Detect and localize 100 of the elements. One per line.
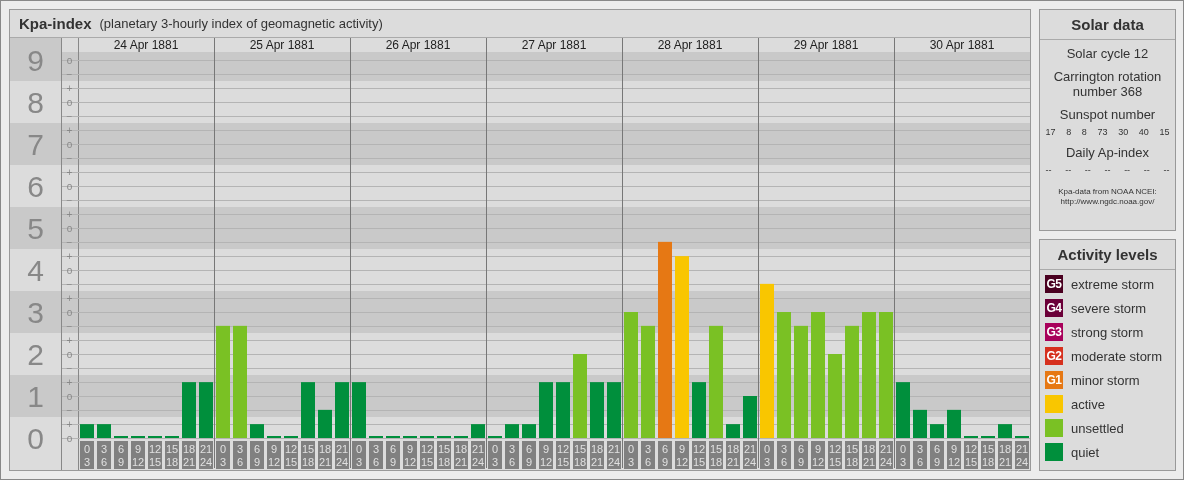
date-label: 25 Apr 1881: [249, 38, 315, 52]
level-label: minor storm: [1071, 372, 1140, 388]
sunspot-label: Sunspot number: [1059, 107, 1156, 122]
time-label: 18 21: [862, 441, 876, 469]
time-label: 0 3: [352, 441, 366, 469]
time-label: 9 12: [675, 441, 689, 469]
kp-sublevel-label: +: [66, 166, 73, 178]
kp-sublevel-label: o: [66, 96, 73, 108]
time-label: 9 12: [403, 441, 417, 469]
time-label: 12 15: [828, 441, 842, 469]
kp-level-label: 4: [27, 254, 44, 287]
time-label: 15 18: [981, 441, 995, 469]
sunspot-value: 17: [1045, 127, 1056, 137]
kp-level-label: 0: [27, 422, 44, 455]
level-label: unsettled: [1071, 420, 1124, 436]
date-label: 29 Apr 1881: [793, 38, 859, 52]
kp-sublevel-label: o: [66, 348, 73, 360]
sunspot-value: 40: [1138, 127, 1149, 137]
source-text: Kpa-data from NOAA NCEI:: [1058, 187, 1157, 197]
kp-sublevel-label: −: [66, 320, 73, 332]
kp-level-label: 9: [27, 44, 44, 77]
kp-sublevel-label: −: [66, 194, 73, 206]
time-label: 6 9: [522, 441, 536, 469]
time-label: 15 18: [165, 441, 179, 469]
kp-level-label: 5: [27, 212, 44, 245]
solar-cycle-text: Solar cycle 12: [1066, 46, 1149, 61]
level-badge: G5: [1045, 275, 1063, 293]
time-label: 6 9: [658, 441, 672, 469]
time-label: 12 15: [692, 441, 706, 469]
time-label: 21 24: [199, 441, 213, 469]
date-label: 27 Apr 1881: [521, 38, 587, 52]
time-label: 6 9: [794, 441, 808, 469]
time-label: 21 24: [607, 441, 621, 469]
time-label: 6 9: [250, 441, 264, 469]
time-label: 18 21: [726, 441, 740, 469]
kp-sublevel-label: +: [66, 376, 73, 388]
level-label: extreme storm: [1071, 276, 1155, 292]
date-label: 30 Apr 1881: [929, 38, 995, 52]
time-label: 21 24: [879, 441, 893, 469]
kp-level-label: 8: [27, 86, 44, 119]
time-label: 6 9: [930, 441, 944, 469]
ap-index-value: --: [1084, 165, 1091, 175]
sunspot-value: 8: [1081, 127, 1087, 137]
time-label: 18 21: [182, 441, 196, 469]
time-label: 0 3: [488, 441, 502, 469]
kp-sublevel-label: −: [66, 278, 73, 290]
time-label: 3 6: [233, 441, 247, 469]
time-label: 9 12: [539, 441, 553, 469]
level-badge: G1: [1045, 371, 1063, 389]
kp-sublevel-label: o: [66, 432, 73, 444]
time-label: 18 21: [998, 441, 1012, 469]
ap-index-value: --: [1143, 165, 1150, 175]
time-label: 21 24: [1015, 441, 1029, 469]
time-label: 15 18: [573, 441, 587, 469]
kp-sublevel-label: −: [66, 236, 73, 248]
time-label: 12 15: [284, 441, 298, 469]
kp-sublevel-label: +: [66, 82, 73, 94]
level-label: strong storm: [1071, 324, 1144, 340]
time-label: 9 12: [947, 441, 961, 469]
panel-title: Solar data: [1040, 10, 1175, 40]
time-label: 21 24: [335, 441, 349, 469]
time-label: 3 6: [369, 441, 383, 469]
level-badge: G4: [1045, 299, 1063, 317]
kp-sublevel-label: +: [66, 292, 73, 304]
time-label: 0 3: [624, 441, 638, 469]
kp-sublevel-label: +: [66, 334, 73, 346]
level-badge: G3: [1045, 323, 1063, 341]
time-label: 3 6: [913, 441, 927, 469]
ap-index-value: --: [1104, 165, 1111, 175]
time-label: 12 15: [556, 441, 570, 469]
kp-sublevel-label: +: [66, 250, 73, 262]
time-label: 12 15: [420, 441, 434, 469]
time-label: 15 18: [437, 441, 451, 469]
kp-level-label: 6: [27, 170, 44, 203]
time-label: 18 21: [318, 441, 332, 469]
time-label: 15 18: [845, 441, 859, 469]
level-label: quiet: [1071, 444, 1100, 460]
time-label: 0 3: [80, 441, 94, 469]
time-label: 0 3: [216, 441, 230, 469]
time-label: 6 9: [114, 441, 128, 469]
time-label: 9 12: [131, 441, 145, 469]
kp-level-label: 1: [27, 380, 44, 413]
kp-level-label: 2: [27, 338, 44, 371]
kp-sublevel-label: −: [66, 404, 73, 416]
chart-title: Kpa-index: [19, 15, 92, 32]
kp-sublevel-label: −: [66, 68, 73, 80]
ap-index-value: --: [1045, 165, 1052, 175]
sunspot-value: 73: [1097, 127, 1108, 137]
time-label: 0 3: [896, 441, 910, 469]
kp-sublevel-label: +: [66, 418, 73, 430]
time-label: 15 18: [709, 441, 723, 469]
time-label: 21 24: [743, 441, 757, 469]
time-label: 3 6: [777, 441, 791, 469]
kp-sublevel-label: o: [66, 264, 73, 276]
level-label: moderate storm: [1071, 348, 1163, 364]
date-label: 26 Apr 1881: [385, 38, 451, 52]
kp-sublevel-label: −: [66, 110, 73, 122]
time-label: 12 15: [148, 441, 162, 469]
date-label: 28 Apr 1881: [657, 38, 723, 52]
level-label: active: [1071, 396, 1105, 412]
